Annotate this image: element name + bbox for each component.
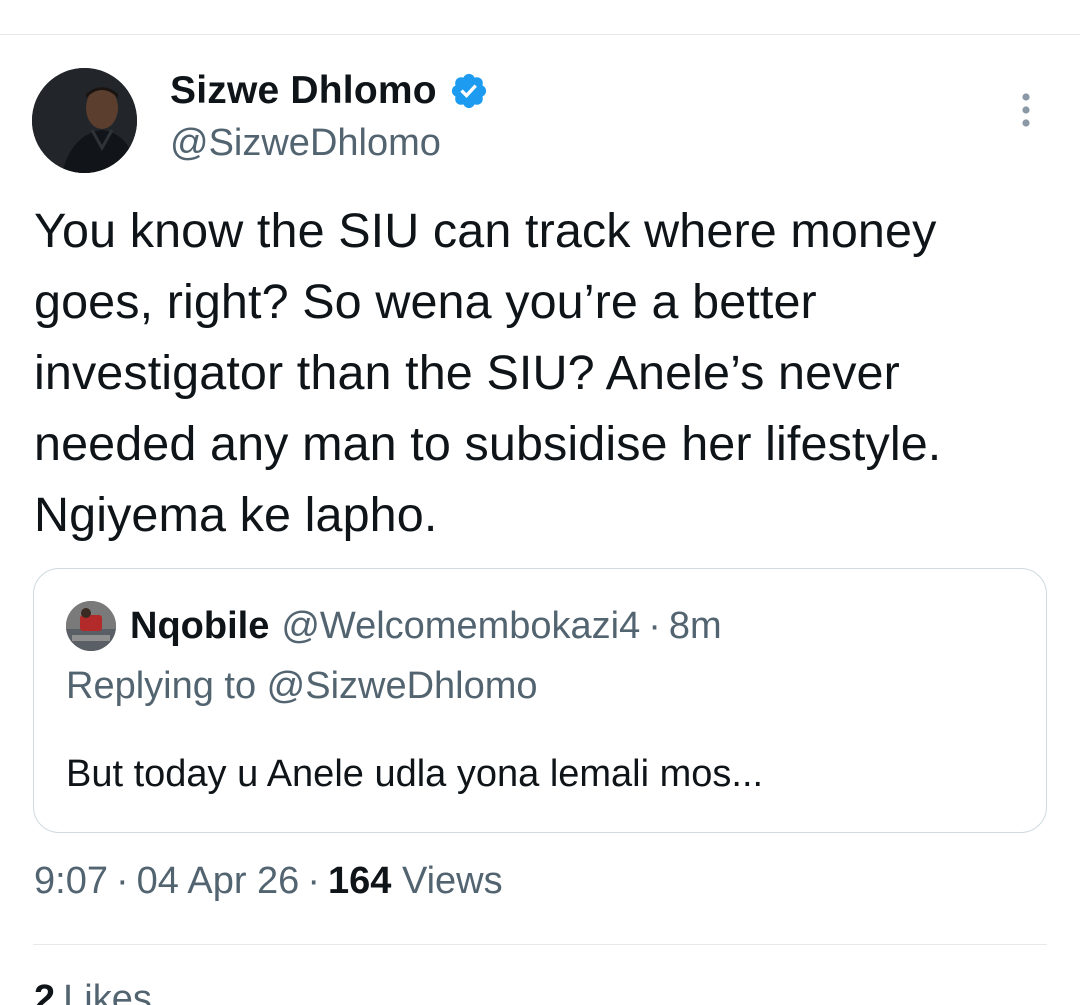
- tweet-detail-view: Sizwe Dhlomo @SizweDhlomo You know the S…: [0, 0, 1080, 1005]
- likes-link[interactable]: 2 Likes: [34, 978, 152, 1005]
- likes-label: Likes: [63, 978, 152, 1005]
- author-avatar[interactable]: [32, 68, 137, 173]
- verified-badge-icon: [449, 71, 489, 111]
- tweet-meta-row: 9:07 · 04 Apr 26 · 164 Views: [34, 860, 503, 903]
- tweet-time[interactable]: 9:07: [34, 860, 108, 902]
- tweet-date[interactable]: 04 Apr 26: [137, 860, 300, 902]
- quoted-tweet-card[interactable]: Nqobile @Welcomembokazi4 · 8m Replying t…: [33, 568, 1047, 833]
- views-label: Views: [401, 860, 503, 902]
- author-name[interactable]: Sizwe Dhlomo: [170, 69, 437, 113]
- quoted-author-name: Nqobile: [130, 604, 270, 647]
- quoted-author-handle: @Welcomembokazi4: [281, 604, 641, 647]
- views-count: 164: [327, 860, 392, 902]
- more-options-icon[interactable]: [1012, 90, 1040, 130]
- meta-separator: ·: [115, 860, 129, 902]
- quoted-replying-to: Replying to @SizweDhlomo: [66, 665, 538, 707]
- top-divider: [0, 34, 1080, 35]
- meta-divider: [33, 944, 1047, 945]
- quoted-timestamp: 8m: [668, 604, 722, 647]
- author-handle[interactable]: @SizweDhlomo: [170, 122, 441, 165]
- quoted-tweet-text: But today u Anele udla yona lemali mos..…: [66, 753, 764, 795]
- meta-separator: ·: [307, 860, 320, 902]
- quoted-author-avatar: [66, 601, 116, 651]
- tweet-text: You know the SIU can track where money g…: [34, 204, 942, 542]
- quoted-tweet-header: Nqobile @Welcomembokazi4 · 8m: [66, 601, 722, 651]
- quoted-separator: ·: [648, 604, 661, 647]
- likes-count: 2: [34, 978, 56, 1005]
- author-name-row[interactable]: Sizwe Dhlomo: [170, 68, 489, 114]
